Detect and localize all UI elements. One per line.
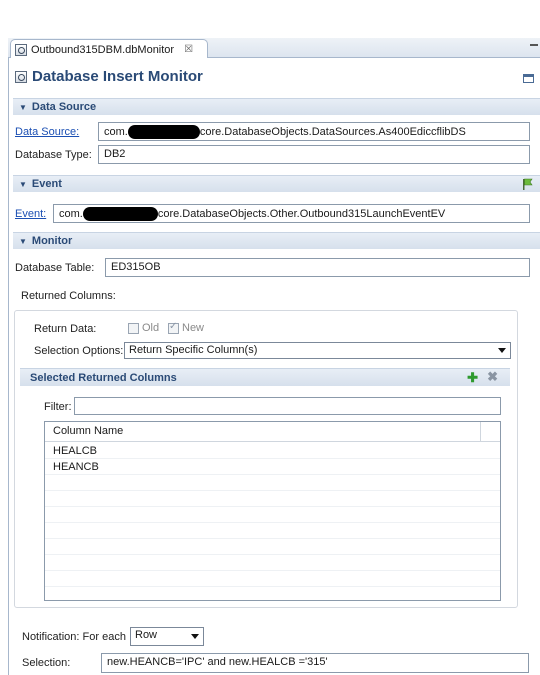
selection-options-value: Return Specific Column(s) — [129, 344, 258, 356]
returned-columns-label: Returned Columns: — [21, 290, 116, 302]
database-table-field[interactable]: ED315OB — [105, 258, 530, 277]
table-row[interactable]: HEANCB — [45, 459, 500, 475]
delete-icon[interactable]: ✖ — [487, 370, 498, 383]
columns-table[interactable]: Column Name HEALCB HEANCB — [44, 421, 501, 601]
table-row-empty — [45, 539, 500, 555]
section-data-source[interactable]: ▼ Data Source — [13, 98, 540, 115]
checkbox-checked-icon — [168, 321, 179, 334]
data-source-suffix: core.DatabaseObjects.DataSources.As400Ed… — [199, 125, 466, 138]
tab-outbound315dbm[interactable]: Outbound315DBM.dbMonitor ☒ — [10, 39, 208, 59]
redacted-block — [82, 207, 158, 221]
section-title: Event — [31, 178, 62, 190]
old-checkbox[interactable]: Old — [128, 322, 159, 334]
form-header: Database Insert Monitor — [15, 68, 203, 85]
section-title: Monitor — [31, 235, 73, 247]
selection-label: Selection: — [22, 657, 71, 669]
data-source-field[interactable]: com. core.DatabaseObjects.DataSources.As4… — [98, 122, 530, 141]
return-data-label: Return Data: — [34, 323, 97, 335]
event-prefix: com. — [59, 207, 83, 220]
event-link[interactable]: Event: — [15, 208, 46, 220]
column-name-header[interactable]: Column Name — [45, 422, 481, 442]
event-suffix: core.DatabaseObjects.Other.Outbound315La… — [157, 207, 446, 220]
event-field[interactable]: com. core.DatabaseObjects.Other.Outbound3… — [53, 204, 530, 223]
db-monitor-icon — [15, 70, 27, 83]
tab-title: Outbound315DBM.dbMonitor — [31, 43, 175, 56]
close-icon[interactable]: ☒ — [184, 44, 193, 55]
collapse-icon[interactable]: ▼ — [19, 180, 27, 189]
table-row[interactable]: HEALCB — [45, 443, 500, 459]
notification-dropdown[interactable]: Row — [130, 627, 204, 646]
new-label: New — [182, 322, 205, 334]
page-title: Database Insert Monitor — [32, 68, 203, 85]
view-menu-icon[interactable] — [523, 74, 534, 83]
selected-returned-columns-header: Selected Returned Columns ✚ ✖ — [20, 368, 510, 386]
chevron-down-icon — [191, 634, 199, 639]
table-row-empty — [45, 523, 500, 539]
notification-value: Row — [135, 629, 158, 641]
table-row-empty — [45, 491, 500, 507]
add-icon[interactable]: ✚ — [467, 371, 478, 384]
launch-event-icon[interactable] — [522, 178, 533, 190]
db-monitor-icon — [15, 43, 27, 56]
section-title: Data Source — [31, 101, 97, 113]
new-checkbox[interactable]: New — [168, 321, 205, 334]
table-row-empty — [45, 571, 500, 587]
section-event[interactable]: ▼ Event — [13, 175, 540, 192]
collapse-icon[interactable]: ▼ — [19, 103, 27, 112]
table-row-empty — [45, 507, 500, 523]
header-filler — [481, 422, 500, 442]
selection-field[interactable]: new.HEANCB='IPC' and new.HEALCB ='315' — [101, 653, 529, 673]
database-type-label: Database Type: — [15, 149, 92, 161]
redacted-block — [127, 125, 200, 139]
subsection-title: Selected Returned Columns — [30, 372, 177, 384]
minimize-icon[interactable] — [530, 44, 538, 46]
selection-options-label: Selection Options: — [34, 345, 124, 357]
data-source-link[interactable]: Data Source: — [15, 126, 79, 138]
table-row-empty — [45, 475, 500, 491]
notification-label: Notification: For each — [22, 631, 126, 643]
old-label: Old — [142, 322, 160, 334]
data-source-prefix: com. — [104, 125, 128, 138]
collapse-icon[interactable]: ▼ — [19, 237, 27, 246]
checkbox-icon — [128, 322, 139, 334]
chevron-down-icon — [498, 348, 506, 353]
selection-options-dropdown[interactable]: Return Specific Column(s) — [124, 342, 511, 359]
filter-input[interactable] — [74, 397, 501, 415]
table-row-empty — [45, 555, 500, 571]
filter-label: Filter: — [44, 401, 72, 413]
database-type-field[interactable]: DB2 — [98, 145, 530, 164]
database-table-label: Database Table: — [15, 262, 95, 274]
section-monitor[interactable]: ▼ Monitor — [13, 232, 540, 249]
editor-tab-bar: Outbound315DBM.dbMonitor ☒ — [8, 38, 540, 59]
